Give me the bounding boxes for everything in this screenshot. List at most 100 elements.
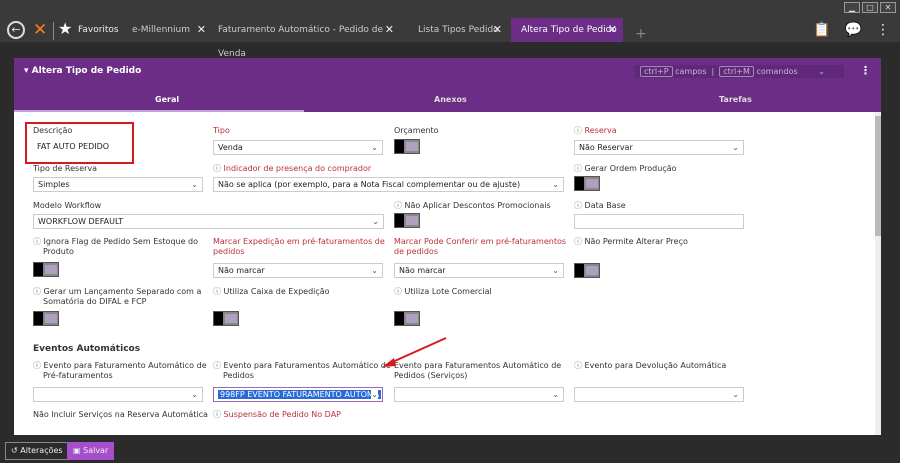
window-controls: ▁ □ ✕ (844, 2, 896, 13)
alteracoes-label: Alterações (20, 446, 63, 455)
evento-pedidos-label-line1: Evento para Faturamentos Automático de (223, 361, 391, 370)
reserva-label: ⓘ Reserva (574, 126, 617, 136)
ignora-flag-label-line2: Produto (43, 247, 74, 256)
info-icon: ⓘ (213, 410, 224, 419)
info-icon: ⓘ (574, 126, 585, 135)
ignora-flag-label: ⓘ Ignora Flag de Pedido Sem Estoque do Pr… (33, 237, 198, 257)
orcamento-toggle[interactable] (394, 139, 420, 154)
tab-faturamento-automatico[interactable]: Faturamento Automático - Pedido de Venda… (208, 18, 400, 59)
orcamento-label: Orçamento (394, 126, 439, 135)
panel-menu-icon[interactable]: ⋮ (860, 64, 871, 77)
gerar-lancamento-toggle[interactable] (33, 311, 59, 326)
utiliza-lote-toggle[interactable] (394, 311, 420, 326)
shortcut-commands-label: comandos (756, 67, 798, 76)
favorites-label[interactable]: Favoritos (78, 25, 119, 35)
nao-permite-toggle[interactable] (574, 263, 600, 278)
tipo-label: Tipo (213, 126, 230, 135)
marcar-conferir-value: Não marcar (399, 266, 446, 275)
chevron-down-icon: ⌄ (552, 390, 559, 399)
nao-aplicar-label: ⓘ Não Aplicar Descontos Promocionais (394, 201, 551, 211)
chat-icon[interactable]: 💬 (845, 22, 862, 38)
gerar-ordem-toggle[interactable] (574, 176, 600, 191)
evento-servicos-select[interactable]: ⌄ (394, 387, 564, 402)
gerar-ordem-label: ⓘ Gerar Ordem Produção (574, 164, 677, 174)
star-icon[interactable]: ★ (58, 19, 72, 38)
close-icon[interactable]: ✕ (493, 18, 502, 42)
marcar-expedicao-select[interactable]: Não marcar ⌄ (213, 263, 383, 278)
close-icon[interactable]: ✕ (197, 18, 206, 42)
close-window-button[interactable]: ✕ (880, 2, 896, 13)
indicador-value: Não se aplica (por exemplo, para a Nota … (218, 180, 521, 189)
ignora-flag-toggle[interactable] (33, 262, 59, 277)
marcar-conferir-label-line2: de pedidos (394, 247, 438, 256)
add-tab-button[interactable]: + (635, 26, 647, 42)
vertical-scrollbar[interactable] (875, 112, 881, 435)
marcar-expedicao-label-line2: pedidos (213, 247, 245, 256)
panel-tabs: Geral Anexos Tarefas (14, 92, 881, 112)
tab-label: Lista Tipos Pedido (418, 25, 499, 35)
reserva-label-text: Reserva (584, 126, 617, 135)
chevron-down-icon: ⌄ (552, 180, 559, 189)
info-icon: ⓘ (394, 287, 405, 296)
tab-label: Faturamento Automático - Pedido de Venda (218, 25, 384, 59)
indicador-select[interactable]: Não se aplica (por exemplo, para a Nota … (213, 177, 564, 192)
evento-pedidos-label: ⓘ Evento para Faturamentos Automático de… (213, 361, 391, 381)
scrollbar-thumb[interactable] (875, 116, 881, 236)
nao-aplicar-label-text: Não Aplicar Descontos Promocionais (404, 201, 551, 210)
chevron-down-icon[interactable]: ⌄ (818, 67, 825, 76)
marcar-expedicao-value: Não marcar (218, 266, 265, 275)
tipo-value: Venda (218, 143, 243, 152)
info-icon: ⓘ (574, 361, 585, 370)
app-logo: ✕ (33, 20, 48, 40)
form-content: Descrição FAT AUTO PEDIDO Tipo Venda ⌄ Or… (14, 112, 881, 435)
tab-geral[interactable]: Geral (155, 95, 179, 104)
divider (53, 22, 54, 40)
shortcut-hints: ctrl+P campos | ctrl+M comandos ⌄ (634, 65, 844, 78)
close-icon[interactable]: ✕ (385, 18, 394, 42)
info-icon: ⓘ (213, 287, 224, 296)
marcar-conferir-label-line1: Marcar Pode Conferir em pré-faturamentos (394, 237, 567, 246)
shortcut-commands-key: ctrl+M (719, 66, 754, 77)
ignora-flag-label-line1: Ignora Flag de Pedido Sem Estoque do (43, 237, 199, 246)
tab-tarefas[interactable]: Tarefas (719, 95, 752, 104)
gerar-lancamento-label-line1: Gerar um Lançamento Separado com a (43, 287, 202, 296)
tab-label: e-Millennium (132, 25, 190, 35)
more-vertical-icon[interactable]: ⋮ (876, 22, 890, 38)
tab-anexos[interactable]: Anexos (434, 95, 467, 104)
evento-pre-label: ⓘ Evento para Faturamento Automático de P… (33, 361, 207, 381)
tipo-reserva-label: Tipo de Reserva (33, 164, 98, 173)
gerar-lancamento-label: ⓘ Gerar um Lançamento Separado com a Soma… (33, 287, 201, 307)
info-icon: ⓘ (213, 361, 224, 370)
evento-pedidos-value: 998FP EVENTO FATURAMENTO AUTOMÁ (218, 390, 382, 399)
evento-pedidos-select[interactable]: 998FP EVENTO FATURAMENTO AUTOMÁ ⌄ (213, 387, 383, 402)
nao-aplicar-toggle[interactable] (394, 213, 420, 228)
clipboard-icon[interactable]: 📋 (813, 22, 830, 38)
info-icon: ⓘ (574, 164, 585, 173)
tab-lista-tipos-pedido[interactable]: Lista Tipos Pedido ✕ (408, 18, 508, 42)
shortcut-fields-key: ctrl+P (640, 66, 673, 77)
edit-panel: ▾ Altera Tipo de Pedido ctrl+P campos | … (14, 58, 881, 435)
panel-title: ▾ Altera Tipo de Pedido (24, 66, 142, 76)
utiliza-lote-label-text: Utiliza Lote Comercial (404, 287, 492, 296)
back-arrow-icon[interactable]: ← (7, 21, 25, 39)
reserva-select[interactable]: Não Reservar ⌄ (574, 140, 744, 155)
data-base-input[interactable] (574, 214, 744, 229)
data-base-label: ⓘ Data Base (574, 201, 626, 211)
maximize-button[interactable]: □ (862, 2, 878, 13)
tipo-select[interactable]: Venda ⌄ (213, 140, 383, 155)
close-icon[interactable]: ✕ (608, 18, 617, 42)
panel-header: ▾ Altera Tipo de Pedido ctrl+P campos | … (14, 58, 881, 112)
modelo-workflow-select[interactable]: WORKFLOW DEFAULT ⌄ (33, 214, 384, 229)
save-button[interactable]: ▣ Salvar (67, 442, 115, 460)
evento-pre-select[interactable]: ⌄ (33, 387, 203, 402)
tab-altera-tipo-de-pedido[interactable]: Altera Tipo de Pedido ✕ (511, 18, 623, 42)
marcar-conferir-select[interactable]: Não marcar ⌄ (394, 263, 564, 278)
tipo-reserva-select[interactable]: Simples ⌄ (33, 177, 203, 192)
alteracoes-button[interactable]: ↺ Alterações (5, 442, 69, 460)
minimize-button[interactable]: ▁ (844, 2, 860, 13)
evento-devolucao-select[interactable]: ⌄ (574, 387, 744, 402)
suspensao-label: ⓘ Suspensão de Pedido No DAP (213, 410, 341, 420)
utiliza-caixa-toggle[interactable] (213, 311, 239, 326)
chevron-down-icon: ⌄ (371, 143, 378, 152)
tab-e-millennium[interactable]: e-Millennium ✕ (122, 18, 212, 42)
